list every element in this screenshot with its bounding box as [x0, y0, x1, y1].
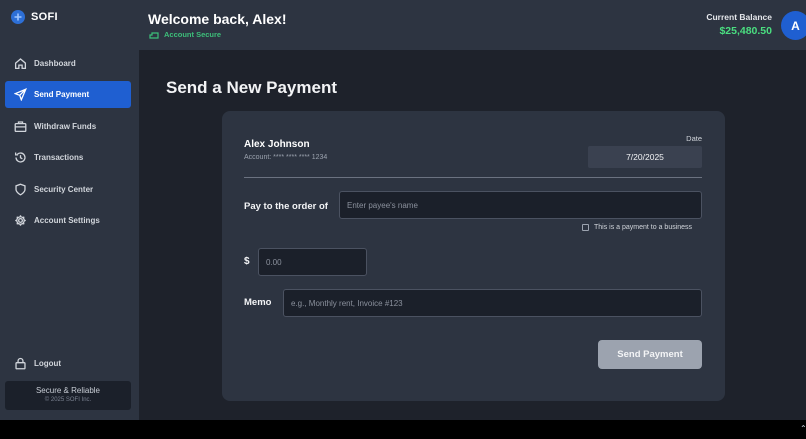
sidebar: SOFI Dashboard Send Payment Withdraw Fun…: [0, 0, 139, 420]
business-checkbox[interactable]: [582, 224, 589, 231]
avatar[interactable]: A: [781, 11, 806, 40]
sidebar-item-label: Send Payment: [34, 90, 90, 100]
briefcase-icon: [13, 119, 27, 133]
app-window: SOFI Dashboard Send Payment Withdraw Fun…: [0, 0, 806, 420]
home-icon: [13, 57, 27, 71]
logout-label: Logout: [34, 358, 62, 368]
date-field[interactable]: 7/20/2025: [588, 146, 702, 168]
balance-value: $25,480.50: [719, 25, 772, 37]
logout-button[interactable]: Logout: [5, 350, 131, 376]
sidebar-item-send-payment[interactable]: Send Payment: [5, 81, 131, 109]
sidebar-item-dashboard[interactable]: Dashboard: [5, 50, 131, 77]
business-payment-option[interactable]: This is a payment to a business: [582, 224, 692, 231]
sidebar-nav: Dashboard Send Payment Withdraw Funds Tr…: [5, 50, 131, 238]
sidebar-item-security-center[interactable]: Security Center: [5, 176, 131, 203]
gear-icon: [13, 213, 27, 227]
scroll-up-icon[interactable]: ⌃: [800, 424, 806, 433]
page-title: Send a New Payment: [166, 78, 338, 97]
sidebar-item-label: Transactions: [34, 153, 84, 163]
secure-title: Secure & Reliable: [35, 386, 101, 395]
main-content: Welcome back, Alex! Account Secure Curre…: [139, 0, 806, 420]
secure-status-icon: [149, 31, 159, 39]
business-checkbox-label: This is a payment to a business: [594, 224, 693, 231]
sidebar-item-label: Dashboard: [34, 59, 76, 68]
sidebar-item-transactions[interactable]: Transactions: [5, 144, 131, 171]
payer-name: Alex Johnson: [244, 139, 310, 150]
dollar-sign: $: [244, 256, 250, 267]
brand[interactable]: SOFI: [11, 10, 58, 24]
shield-icon: [13, 182, 27, 196]
memo-label: Memo: [244, 297, 272, 308]
send-icon: [13, 88, 27, 102]
send-payment-button[interactable]: Send Payment: [598, 340, 702, 369]
sidebar-item-label: Account Settings: [34, 215, 100, 225]
sidebar-item-label: Withdraw Funds: [34, 121, 97, 131]
lock-icon: [13, 356, 27, 370]
sidebar-item-label: Security Center: [34, 184, 94, 194]
payee-input[interactable]: [339, 191, 702, 219]
secure-reliable-badge: Secure & Reliable © 2025 SOFI Inc.: [5, 381, 131, 410]
copyright-text: © 2025 SOFI Inc.: [44, 397, 92, 403]
payment-form-card: Alex Johnson Account: **** **** **** 123…: [222, 111, 725, 401]
top-header: Welcome back, Alex! Account Secure Curre…: [139, 0, 806, 50]
pay-to-label: Pay to the order of: [244, 201, 328, 212]
brand-logo-icon: [11, 10, 25, 24]
sidebar-item-account-settings[interactable]: Account Settings: [5, 207, 131, 234]
amount-input[interactable]: [258, 248, 367, 276]
brand-name: SOFI: [31, 11, 58, 23]
welcome-message: Welcome back, Alex!: [148, 11, 287, 27]
account-status-text: Account Secure: [164, 30, 222, 39]
date-label: Date: [686, 134, 702, 143]
sidebar-item-withdraw-funds[interactable]: Withdraw Funds: [5, 113, 131, 140]
payer-account: Account: **** **** **** 1234: [244, 154, 328, 161]
account-status: Account Secure: [149, 30, 221, 39]
history-icon: [13, 151, 27, 165]
balance-label: Current Balance: [706, 12, 772, 22]
divider: [244, 177, 702, 178]
memo-input[interactable]: [283, 289, 702, 317]
